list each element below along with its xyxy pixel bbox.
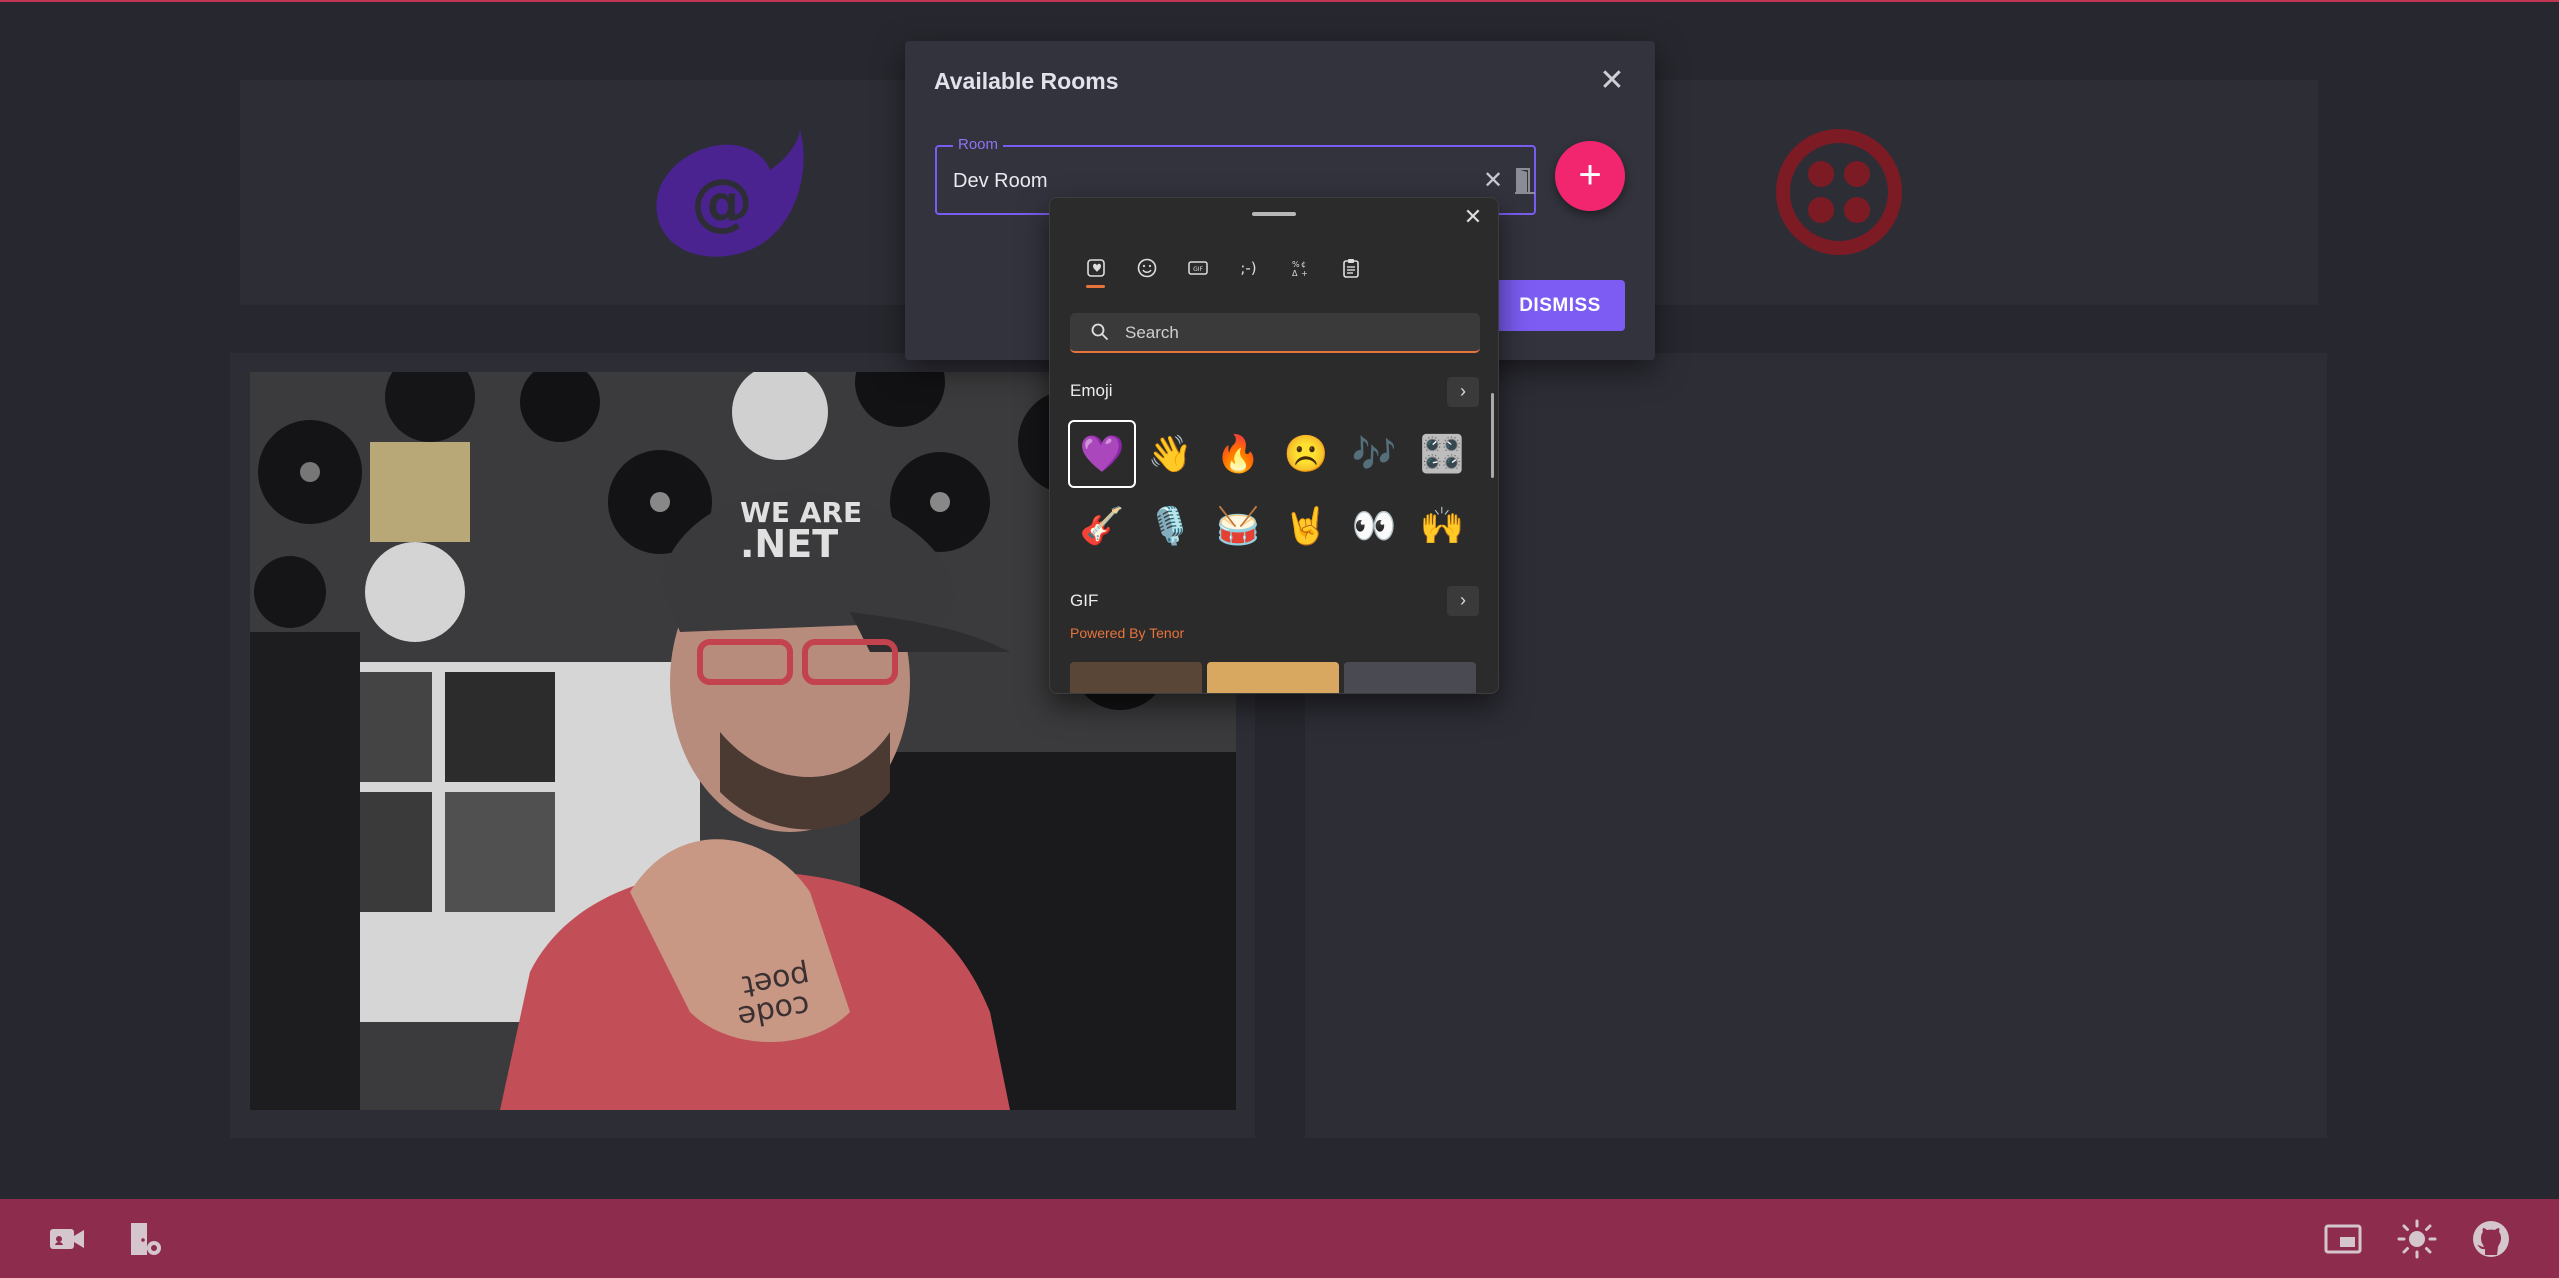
emoji-item[interactable]: 🎸	[1068, 492, 1136, 560]
bottom-toolbar	[0, 1199, 2559, 1278]
video-camera-icon[interactable]	[46, 1218, 88, 1260]
svg-text:%: %	[1292, 260, 1300, 269]
emoji-glyph: 🥁	[1215, 506, 1261, 547]
emoji-glyph: 🎛️	[1419, 434, 1465, 475]
close-icon[interactable]: ✕	[1596, 65, 1628, 97]
svg-text:GIF: GIF	[1193, 266, 1203, 273]
door-icon[interactable]	[1513, 167, 1537, 195]
brightness-icon[interactable]	[2396, 1218, 2438, 1260]
emoji-section-title: Emoji	[1070, 381, 1113, 400]
search-icon	[1091, 323, 1108, 340]
add-room-button[interactable]: +	[1555, 141, 1625, 211]
svg-text:¢: ¢	[1301, 260, 1306, 269]
emoji-glyph: 🎶	[1351, 434, 1397, 475]
svg-text:Δ: Δ	[1292, 269, 1298, 278]
emoji-glyph: 💜	[1079, 434, 1125, 475]
picture-in-picture-icon[interactable]	[2322, 1218, 2364, 1260]
kaomoji-tab-label: ;-)	[1240, 259, 1257, 277]
emoji-glyph: 🤘	[1283, 506, 1329, 547]
top-accent-line	[0, 0, 2559, 2]
clear-icon[interactable]: ✕	[1483, 167, 1503, 195]
emoji-glyph: 🔥	[1215, 434, 1261, 475]
emoji-item[interactable]: 🥁	[1204, 492, 1272, 560]
gif-section-more-button[interactable]: ›	[1447, 586, 1479, 616]
emoji-glyph: 🙌	[1419, 506, 1465, 547]
gif-thumbnail[interactable]	[1207, 662, 1339, 693]
gif-thumbnail[interactable]	[1344, 662, 1476, 693]
emoji-item[interactable]: 🔥	[1204, 420, 1272, 488]
room-input[interactable]	[953, 165, 1433, 197]
picker-scrollbar[interactable]	[1491, 393, 1494, 478]
recent-sticker-icon	[1086, 259, 1105, 277]
twilio-logo-icon	[1776, 129, 1902, 255]
tab-symbols[interactable]: % ¢ Δ +	[1274, 248, 1325, 288]
svg-text:@: @	[691, 165, 753, 238]
emoji-item[interactable]: 🎶	[1340, 420, 1408, 488]
blazor-logo-icon: @	[656, 130, 804, 257]
emoji-glyph: ☹️	[1283, 434, 1329, 475]
github-icon[interactable]	[2470, 1218, 2512, 1260]
emoji-glyph: 👀	[1351, 506, 1397, 547]
emoji-section-more-button[interactable]: ›	[1447, 377, 1479, 407]
room-field-label: Room	[953, 136, 1004, 153]
tab-gif[interactable]: GIF	[1172, 248, 1223, 288]
powered-by-tenor: Powered By Tenor	[1070, 625, 1185, 641]
emoji-item[interactable]: 💜	[1068, 420, 1136, 488]
picker-tabs: GIF ;-) % ¢ Δ +	[1070, 248, 1376, 288]
tab-kaomoji[interactable]: ;-)	[1223, 248, 1274, 288]
tab-emoji[interactable]	[1121, 248, 1172, 288]
search-input[interactable]	[1125, 319, 1465, 347]
room-settings-icon[interactable]	[124, 1218, 166, 1260]
emoji-item[interactable]: 👋	[1136, 420, 1204, 488]
gif-thumbnail[interactable]	[1070, 662, 1202, 693]
symbols-icon: % ¢Δ +	[1292, 260, 1308, 278]
gif-icon: GIF	[1187, 261, 1208, 275]
emoji-item[interactable]: 🎛️	[1408, 420, 1476, 488]
emoji-glyph: 🎙️	[1147, 506, 1193, 547]
emoji-item[interactable]: 🎙️	[1136, 492, 1204, 560]
emoji-glyph: 🎸	[1079, 506, 1125, 547]
dismiss-button[interactable]: DISMISS	[1495, 280, 1625, 331]
gif-section-title: GIF	[1070, 591, 1099, 610]
gif-thumbnails	[1070, 662, 1476, 693]
smiley-icon	[1137, 258, 1156, 278]
emoji-item[interactable]: ☹️	[1272, 420, 1340, 488]
dialog-title: Available Rooms	[934, 68, 1119, 94]
drag-handle[interactable]	[1252, 212, 1296, 216]
emoji-picker-panel: ✕ GIF ;-) %¢Δ+ Emoji › 💜 👋 🔥 ☹️ 🎶 🎛️ 🎸 🎙️ 🥁 🤘 👀 🙌 G…	[1049, 197, 1499, 694]
emoji-grid: 💜 👋 🔥 ☹️ 🎶 🎛️ 🎸 🎙️ 🥁 🤘 👀 🙌	[1068, 420, 1478, 564]
emoji-glyph: 👋	[1147, 434, 1193, 475]
svg-text:.NET: .NET	[740, 522, 838, 566]
tab-recent[interactable]	[1070, 248, 1121, 288]
picker-close-icon[interactable]: ✕	[1460, 204, 1486, 230]
emoji-item[interactable]: 👀	[1340, 492, 1408, 560]
tab-clipboard[interactable]	[1325, 248, 1376, 288]
svg-text:+: +	[1301, 269, 1308, 278]
emoji-search[interactable]	[1070, 313, 1480, 353]
emoji-item[interactable]: 🙌	[1408, 492, 1476, 560]
clipboard-icon	[1342, 259, 1359, 278]
emoji-item[interactable]: 🤘	[1272, 492, 1340, 560]
